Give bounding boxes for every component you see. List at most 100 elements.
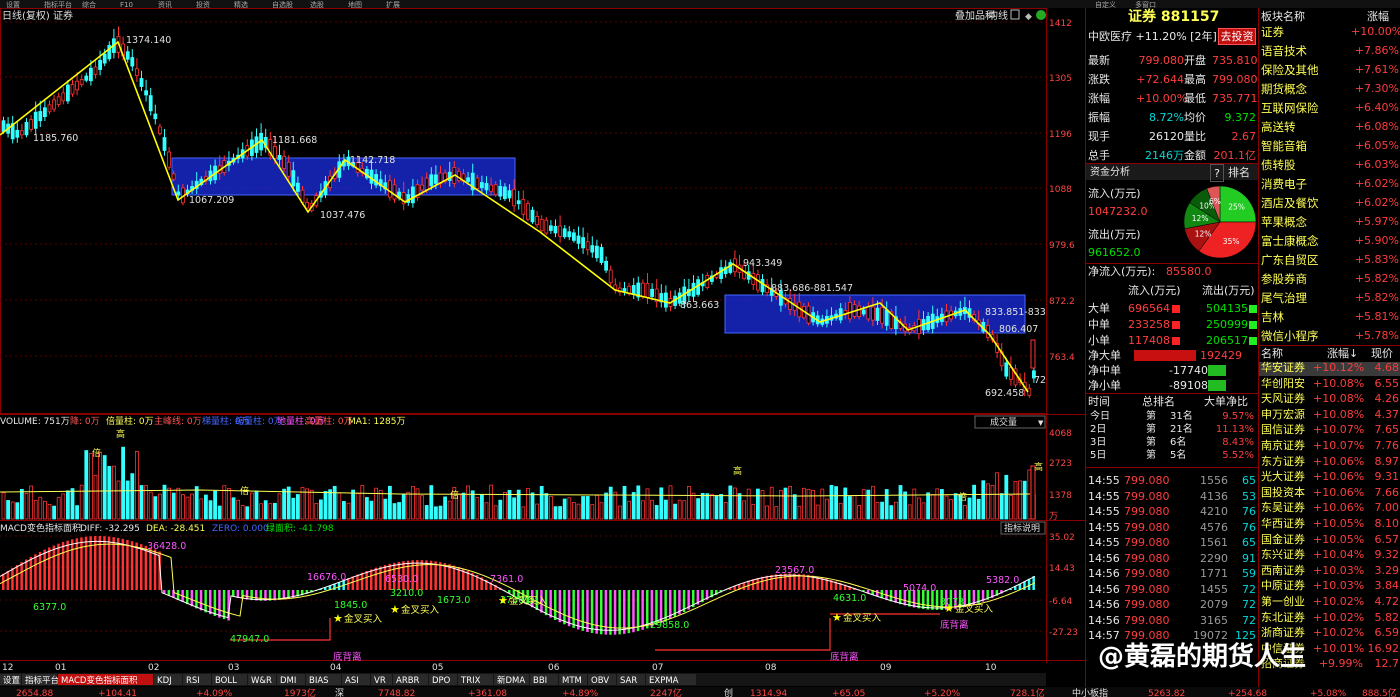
sector-name[interactable]: 证券 [1261, 23, 1284, 41]
indicator-tab-label[interactable]: BOLL [215, 676, 237, 686]
indicator-tab-label[interactable]: KDJ [157, 676, 172, 686]
volume-bar [107, 466, 112, 520]
top-menu-item[interactable]: F10 [120, 1, 133, 9]
volume-bar [134, 451, 139, 520]
volume-bar [843, 487, 848, 520]
top-menu-item[interactable]: 投资 [196, 0, 210, 9]
indicator-tab-label[interactable]: RSI [186, 676, 200, 686]
quote-key: 振幅 [1088, 111, 1110, 124]
sector-name[interactable]: 富士康概念 [1261, 232, 1319, 250]
sector-name[interactable]: 吉林 [1261, 308, 1284, 326]
volume-bar [572, 502, 576, 520]
top-menu-item[interactable]: 资讯 [158, 0, 172, 9]
top-menu-item[interactable]: 综合 [82, 0, 96, 9]
indicator-tab-label[interactable]: OBV [591, 676, 609, 686]
sector-name[interactable]: 广东自贸区 [1261, 251, 1319, 269]
volume-ind2: 倍量柱: 0万 [106, 415, 154, 427]
sector-name[interactable]: 债转股 [1261, 156, 1296, 174]
volume-bar [1009, 495, 1013, 520]
indicator-tab-label[interactable]: ARBR [396, 676, 420, 686]
indicator-tab-label[interactable]: 指标平台 [25, 675, 59, 686]
candle-body [176, 191, 181, 196]
indicator-tab-label[interactable]: ASI [345, 676, 359, 686]
sector-name[interactable]: 消费电子 [1261, 175, 1307, 193]
sector-name[interactable]: 微信小程序 [1261, 327, 1319, 345]
sector-name[interactable]: 期货概念 [1261, 80, 1307, 98]
indicator-tab-label[interactable]: TRIX [460, 676, 481, 686]
ma-button[interactable]: 均线 [988, 9, 1008, 22]
volume-bar [608, 486, 613, 520]
sector-name[interactable]: 保险及其他 [1261, 61, 1319, 79]
volume-bar [337, 492, 342, 520]
volume-bar [328, 489, 333, 520]
sector-name[interactable]: 酒店及餐饮 [1261, 194, 1319, 212]
macd-help-button[interactable]: 指标说明 [1000, 521, 1046, 535]
indicator-tab-label[interactable]: BBI [533, 676, 547, 686]
volume-bar [1022, 480, 1027, 520]
top-menu-item[interactable]: 扩展 [386, 0, 400, 9]
candle-body [15, 129, 20, 138]
top-menu-item[interactable]: 地图 [348, 0, 362, 9]
volume-bar [318, 499, 323, 520]
invest-button[interactable]: 去投资 [1218, 28, 1256, 45]
price-note: 806.407 [999, 324, 1038, 335]
macd-bar [623, 590, 626, 634]
plus-circle-icon[interactable] [1036, 10, 1046, 20]
sector-name[interactable]: 高送转 [1261, 118, 1296, 136]
top-menu-item[interactable]: 精选 [234, 0, 248, 9]
sector-name[interactable]: 参股券商 [1261, 270, 1307, 288]
volume-dropdown[interactable]: 成交量 ▼ [974, 415, 1046, 429]
indicator-tab-label[interactable]: VR [374, 676, 386, 686]
volume-tick-label: 4068 [1049, 429, 1072, 439]
macd-bar [604, 590, 608, 635]
settings-icon[interactable]: ◆ [1025, 12, 1032, 22]
indicator-tab-label[interactable]: W&R [251, 676, 272, 686]
sector-pct: +5.81% [1354, 310, 1399, 323]
candle-body [585, 241, 590, 251]
sector-name[interactable]: 互联网保险 [1261, 99, 1319, 117]
indicator-tab-label[interactable]: MACD变色指标面积 [61, 675, 138, 686]
volume-bar [866, 489, 871, 520]
macd-value-label: 1673.0 [437, 595, 470, 606]
top-menu-item[interactable]: 选股 [310, 0, 324, 9]
volume-bar [502, 492, 507, 520]
sector-name[interactable]: 智能音箱 [1261, 137, 1307, 155]
indicator-tab-label[interactable]: 设置 [3, 675, 21, 686]
ticker-value: 1314.94 [750, 689, 787, 697]
indicator-tab-label[interactable]: SAR [620, 676, 637, 686]
indicator-tab-label[interactable]: BIAS [309, 676, 329, 686]
volume-bar [834, 486, 838, 520]
ticker-value: 1973亿 [284, 687, 316, 697]
volume-bar [884, 489, 889, 520]
flow-head: 流出(万元) [1202, 284, 1255, 297]
indicator-tab-label[interactable]: DPO [432, 676, 451, 686]
indicator-tab-label[interactable]: MTM [562, 676, 582, 686]
volume-marker: 高 [116, 428, 125, 440]
indicator-tab-label[interactable]: 新DMA [497, 675, 525, 686]
candle-body [277, 154, 282, 160]
volume-bar [811, 490, 815, 520]
volume-bar [774, 506, 779, 520]
sector-name[interactable]: 尾气治理 [1261, 289, 1307, 307]
last-candle [1030, 339, 1036, 369]
sector-pct: +6.05% [1354, 139, 1399, 152]
macd-bar [80, 537, 83, 590]
candle-body [664, 292, 668, 308]
top-menu-item[interactable]: 自选股 [272, 0, 293, 9]
top-menu-item[interactable]: 指标平台 [44, 0, 72, 9]
macd-bar [1027, 578, 1031, 590]
volume-bar [1, 492, 6, 520]
quote-key: 最低 [1184, 92, 1206, 105]
indicator-tab-bar[interactable]: 设置 指标平台 MACD变色指标面积 KDJ RSI BOLL W&R DMI BIAS ASI V… [0, 673, 1046, 686]
fund-pie-chart: 25%35%12%12%10%6% [1183, 185, 1257, 259]
top-menu-item[interactable]: 设置 [6, 0, 20, 9]
candle-body [125, 51, 130, 60]
indicator-tab-label[interactable]: DMI [280, 676, 296, 686]
help-icon[interactable]: ? [1210, 164, 1224, 182]
volume-bar [259, 503, 264, 520]
rank-button[interactable]: 排名 [1228, 164, 1250, 182]
sector-name[interactable]: 语音技术 [1261, 42, 1307, 60]
candle-body [512, 188, 516, 207]
sector-name[interactable]: 苹果概念 [1261, 213, 1307, 231]
indicator-tab-label[interactable]: EXPMA [649, 676, 679, 686]
